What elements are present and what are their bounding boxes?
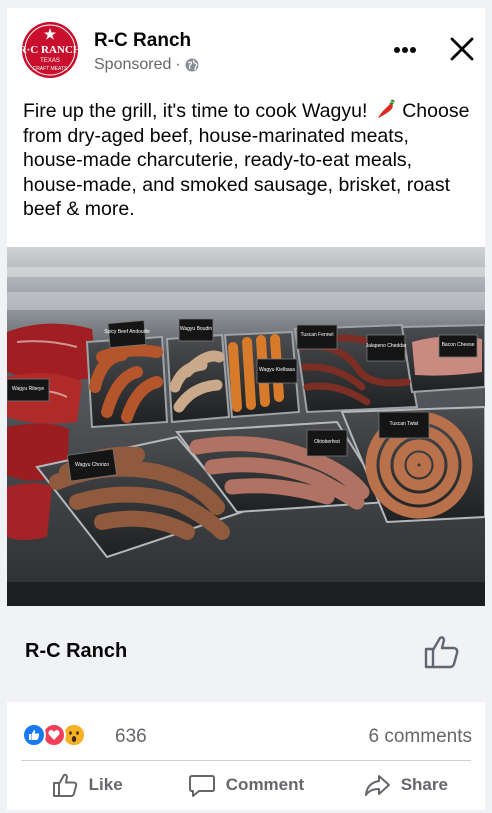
call-to-action-bar[interactable]: R-C Ranch (7, 606, 485, 702)
tag-3: Tuscan Fennel (301, 332, 334, 338)
tag-5: Bacon Cheese (442, 342, 475, 348)
more-options-icon[interactable] (390, 36, 420, 64)
cta-page-name[interactable]: R-C Ranch (25, 640, 127, 663)
post-actions-bar: Like Comment Share (7, 763, 485, 807)
comments-count[interactable]: 6 comments (369, 726, 472, 748)
tag-7: Wagyu Kielbasa (259, 367, 295, 373)
tag-1: Spicy Beef Andouille (104, 329, 150, 335)
logo-top-text: R·C RANCH (22, 44, 78, 56)
logo-mid-text: TEXAS (40, 58, 60, 64)
tag-10: Wagyu Chorizo (75, 462, 109, 468)
reaction-count[interactable]: 636 (115, 726, 147, 748)
meat-case-photo: Spicy Beef Andouille Wagyu Boudin Tuscan… (7, 247, 485, 606)
sponsored-post-card: R·C RANCH TEXAS CRAFT MEATS R-C Ranch Sp… (7, 8, 485, 810)
like-reaction-icon (22, 723, 46, 747)
logo-bottom-text: CRAFT MEATS (33, 66, 68, 72)
post-message-line1: Fire up the grill, it's time to cook Wag… (23, 100, 368, 122)
actions-divider (21, 760, 471, 761)
post-header: R·C RANCH TEXAS CRAFT MEATS R-C Ranch Sp… (7, 8, 485, 92)
comment-button[interactable]: Comment (166, 763, 325, 807)
like-button[interactable]: Like (7, 763, 166, 807)
post-photo[interactable]: Spicy Beef Andouille Wagyu Boudin Tuscan… (7, 247, 485, 606)
reaction-summary: 636 6 comments (7, 714, 485, 754)
tag-8: Tuscan Twist (390, 421, 420, 427)
tag-6: Oktoberfest (314, 439, 340, 445)
thumbs-up-icon[interactable] (421, 632, 461, 672)
globe-icon (185, 58, 199, 72)
comment-label: Comment (225, 775, 305, 794)
hot-pepper-icon (377, 99, 395, 118)
share-button[interactable]: Share (326, 763, 485, 807)
page-name-link[interactable]: R-C Ranch (94, 30, 191, 52)
separator-dot: · (175, 56, 181, 73)
tag-4: Jalapeno Cheddar (366, 343, 407, 349)
tag-2: Wagyu Boudin (180, 326, 213, 332)
share-icon (364, 775, 390, 796)
share-label: Share (400, 775, 448, 794)
tag-9: Wagyu Ribeye (12, 386, 45, 392)
page-avatar-logo[interactable]: R·C RANCH TEXAS CRAFT MEATS (22, 22, 78, 78)
comment-icon (188, 775, 215, 797)
sponsored-label[interactable]: Sponsored (94, 56, 171, 74)
like-icon (52, 773, 77, 797)
sponsored-line: Sponsored · (94, 56, 199, 74)
like-label: Like (88, 775, 123, 794)
close-icon[interactable] (447, 34, 477, 64)
post-message: Fire up the grill, it's time to cook Wag… (23, 98, 473, 222)
reaction-icons[interactable] (22, 723, 86, 747)
